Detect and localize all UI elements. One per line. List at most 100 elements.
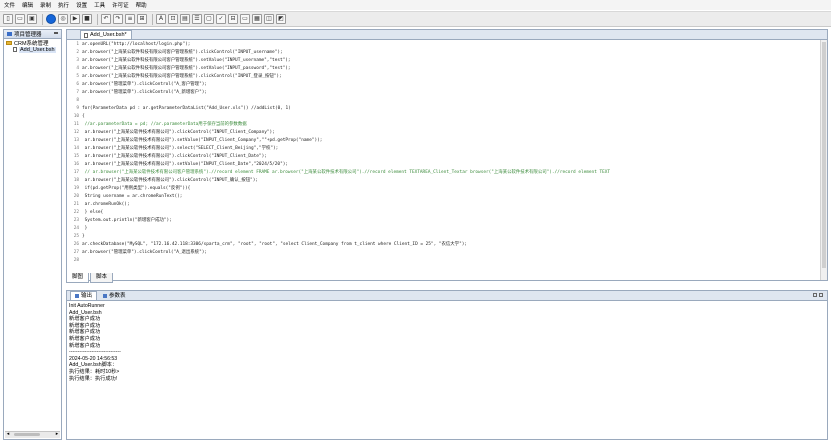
console-line: 新增客户成功 bbox=[69, 329, 101, 336]
grid-icon[interactable]: ▦ bbox=[252, 14, 262, 24]
tab-output[interactable]: 输出 bbox=[70, 291, 98, 300]
line-number: 25 bbox=[73, 234, 79, 239]
code-line[interactable]: 28 bbox=[67, 257, 820, 265]
menu-item[interactable]: 文件 bbox=[4, 1, 15, 9]
window-icon[interactable]: ▭ bbox=[240, 14, 250, 24]
stop-icon[interactable]: ■ bbox=[82, 14, 92, 24]
line-text: ar.browser("上海某公软件科技有限公司客户管理系统").clickCo… bbox=[82, 74, 282, 79]
redo-icon[interactable]: ↷ bbox=[113, 14, 123, 24]
code-line[interactable]: 12 ar.browser("上海某公软件技术有限公司").clickContr… bbox=[67, 129, 820, 137]
code-line[interactable]: 19 if(pd.getProp("用例类型").equals("反例")){ bbox=[67, 185, 820, 193]
code-line[interactable]: 10{ bbox=[67, 113, 820, 121]
console-line: 新增客户成功 bbox=[69, 342, 101, 349]
line-number: 5 bbox=[76, 74, 79, 79]
record-icon[interactable] bbox=[46, 14, 56, 24]
code-line[interactable]: 9 for(ParameterData pd : ar.getParameterD… bbox=[67, 105, 820, 113]
console-line: ------------------------------ bbox=[69, 349, 121, 356]
code-line[interactable]: 24 } bbox=[67, 225, 820, 233]
code-line[interactable]: 26 ar.checkDatabase("MySQL", "172.16.42.1… bbox=[67, 241, 820, 249]
code-line[interactable]: 5 ar.browser("上海某公软件科技有限公司客户管理系统").clickC… bbox=[67, 73, 820, 81]
tab-diagram[interactable]: 脚图 bbox=[66, 273, 90, 283]
file-icon bbox=[13, 47, 17, 52]
tab-parameters-label: 参数表 bbox=[109, 292, 126, 299]
menu-item[interactable]: 许可证 bbox=[112, 1, 129, 9]
line-text: //ar.parameterData = pd; //ar.parameterD… bbox=[82, 122, 247, 127]
undo-icon[interactable]: ↶ bbox=[101, 14, 111, 24]
code-line[interactable]: 4 ar.browser("上海某公软件科技有限公司客户管理系统").setVal… bbox=[67, 65, 820, 73]
code-line[interactable]: 18 ar.browser("上海某公软件技术有限公司").clickContr… bbox=[67, 177, 820, 185]
code-line[interactable]: 3 ar.browser("上海某公软件科技有限公司客户管理系统").setVal… bbox=[67, 57, 820, 65]
toolbar-separator bbox=[42, 13, 43, 25]
menu-item[interactable]: 编辑 bbox=[22, 1, 33, 9]
new-file-icon[interactable]: ▯ bbox=[3, 14, 13, 24]
scroll-left-icon[interactable]: ◂ bbox=[5, 432, 11, 437]
code-line[interactable]: 21 ar.chromeRunOk(); bbox=[67, 201, 820, 209]
menu-item[interactable]: 工具 bbox=[94, 1, 105, 9]
parameter-icon[interactable]: ⊟ bbox=[228, 14, 238, 24]
checkpoint-icon[interactable]: ✓ bbox=[216, 14, 226, 24]
code-line[interactable]: 17 // ar.browser("上海某公软件技术有限公司客户管理系统")./… bbox=[67, 169, 820, 177]
console-line: 执行结果：执行成功! bbox=[69, 375, 118, 382]
minimize-icon[interactable] bbox=[54, 32, 58, 34]
console-controls bbox=[811, 293, 823, 297]
browser-icon[interactable]: ◫ bbox=[264, 14, 274, 24]
line-text: ar.browser("管理菜单").clickControl("A_客户管理"… bbox=[82, 82, 208, 87]
menu-item[interactable]: 帮助 bbox=[136, 1, 147, 9]
code-line[interactable]: 11 //ar.parameterData = pd; //ar.paramet… bbox=[67, 121, 820, 129]
code-line[interactable]: 27 ar.browser("管理菜单").clickControl("A_退出系… bbox=[67, 249, 820, 257]
menu-item[interactable]: 录制 bbox=[40, 1, 51, 9]
code-area[interactable]: 1 ar.openURL("http://localhost/login.php"… bbox=[67, 41, 820, 280]
table-icon[interactable]: ▤ bbox=[180, 14, 190, 24]
maximize-icon[interactable] bbox=[819, 293, 823, 297]
stop-record-icon[interactable]: ◎ bbox=[58, 14, 68, 24]
code-line[interactable]: 16 ar.browser("上海某公软件技术有限公司").setValue("… bbox=[67, 161, 820, 169]
line-number: 15 bbox=[73, 154, 79, 159]
code-line[interactable]: 14 ar.browser("上海某公软件技术有限公司").select("SE… bbox=[67, 145, 820, 153]
line-text: String username = ar.chromeRunText(); bbox=[82, 194, 183, 199]
code-line[interactable]: 1 ar.openURL("http://localhost/login.php"… bbox=[67, 41, 820, 49]
minimize-icon[interactable] bbox=[813, 293, 817, 297]
code-line[interactable]: 20 String username = ar.chromeRunText(); bbox=[67, 193, 820, 201]
scroll-right-icon[interactable]: ▸ bbox=[54, 432, 60, 437]
list-icon[interactable]: ☰ bbox=[192, 14, 202, 24]
toolbar-separator bbox=[97, 13, 98, 25]
code-line[interactable]: 7 ar.browser("管理菜单").clickControl("A_新增客户… bbox=[67, 89, 820, 97]
tree-root[interactable]: CRM系统管理 bbox=[4, 39, 61, 47]
console-output: Init AutoRunner Add_User.bsh 新增客户成功 新增客户成功新… bbox=[69, 303, 121, 382]
tree-icon[interactable]: ⊞ bbox=[137, 14, 147, 24]
code-line[interactable]: 2 ar.browser("上海某公软件科技有限公司客户管理系统").clickC… bbox=[67, 49, 820, 57]
save-icon[interactable]: ▣ bbox=[27, 14, 37, 24]
run-icon[interactable]: ▶ bbox=[70, 14, 80, 24]
vertical-scrollbar[interactable] bbox=[820, 40, 827, 280]
comment-icon[interactable]: ▢ bbox=[204, 14, 214, 24]
code-line[interactable]: 23 System.out.println("新增客户成功"); bbox=[67, 217, 820, 225]
scroll-thumb[interactable] bbox=[14, 433, 40, 436]
line-text: } bbox=[82, 234, 85, 239]
menu-item[interactable]: 执行 bbox=[58, 1, 69, 9]
horizontal-scrollbar[interactable]: ◂ ▸ bbox=[5, 431, 60, 438]
insert-icon[interactable]: ⊡ bbox=[168, 14, 178, 24]
menu-item[interactable]: 设置 bbox=[76, 1, 87, 9]
code-line[interactable]: 22 } else{ bbox=[67, 209, 820, 217]
menu-bar: 文件 编辑 录制 执行 设置 工具 许可证 帮助 bbox=[0, 0, 831, 10]
code-line[interactable]: 25} bbox=[67, 233, 820, 241]
scroll-thumb[interactable] bbox=[822, 42, 826, 268]
code-line[interactable]: 13 ar.browser("上海某公软件技术有限公司").setValue("… bbox=[67, 137, 820, 145]
tab-parameters[interactable]: 参数表 bbox=[99, 292, 130, 300]
screenshot-icon[interactable]: ◩ bbox=[276, 14, 286, 24]
align-icon[interactable]: ≡ bbox=[125, 14, 135, 24]
editor-tab-label: Add_User.bsh* bbox=[90, 32, 127, 38]
tab-script[interactable]: 脚本 bbox=[90, 273, 114, 283]
line-number: 22 bbox=[73, 210, 79, 215]
project-explorer-tab[interactable]: 项目管理器 bbox=[4, 30, 61, 39]
add-text-icon[interactable]: A bbox=[156, 14, 166, 24]
code-line[interactable]: 15 ar.browser("上海某公软件技术有限公司").clickContr… bbox=[67, 153, 820, 161]
editor-tab[interactable]: Add_User.bsh* bbox=[80, 30, 132, 39]
line-text: ar.checkDatabase("MySQL", "172.16.42.118… bbox=[82, 242, 467, 247]
line-number: 23 bbox=[73, 218, 79, 223]
tree-file[interactable]: Add_User.bsh bbox=[4, 46, 61, 53]
code-line[interactable]: 6 ar.browser("管理菜单").clickControl("A_客户管理… bbox=[67, 81, 820, 89]
code-line[interactable]: 8 bbox=[67, 97, 820, 105]
line-number: 12 bbox=[73, 130, 79, 135]
open-folder-icon[interactable]: ▭ bbox=[15, 14, 25, 24]
